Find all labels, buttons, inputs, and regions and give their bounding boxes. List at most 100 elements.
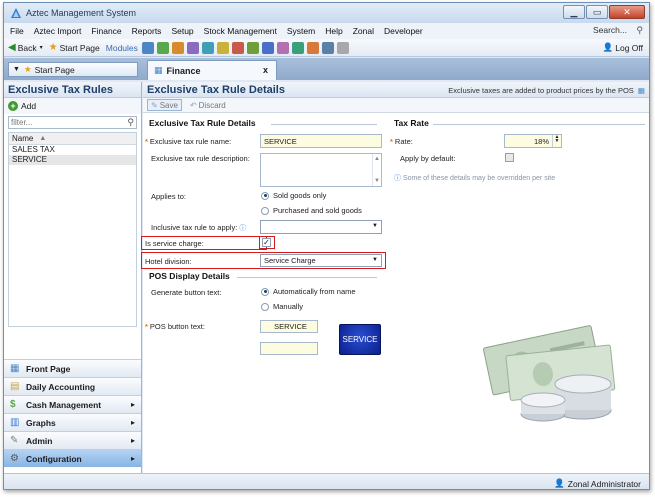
nav-admin[interactable]: ✎ Admin ▸ bbox=[4, 431, 141, 449]
menu-bar: File Aztec Import Finance Reports Setup … bbox=[4, 23, 649, 39]
back-label: Back bbox=[17, 42, 37, 53]
menu-developer[interactable]: Developer bbox=[384, 26, 423, 36]
button-text-label: * POS button text: bbox=[145, 322, 205, 331]
save-button[interactable]: ✎ Save bbox=[147, 99, 182, 111]
nav-cash-management[interactable]: $ Cash Management ▸ bbox=[4, 395, 141, 413]
nav-configuration[interactable]: ⚙ Configuration ▸ bbox=[4, 449, 141, 467]
scroll-up-icon[interactable]: ▲ bbox=[374, 156, 380, 162]
service-charge-checkbox[interactable]: ✓ bbox=[262, 238, 271, 247]
description-label: Exclusive tax rule description: bbox=[151, 154, 250, 163]
content-info-label: Exclusive taxes are added to product pri… bbox=[448, 86, 634, 95]
hotel-division-select[interactable]: Service Charge ▼ bbox=[260, 254, 382, 267]
back-button[interactable]: ◀ Back ▾ bbox=[8, 42, 43, 53]
module-icon-14[interactable] bbox=[336, 41, 349, 54]
chevron-right-icon: ▸ bbox=[130, 400, 135, 409]
name-label-text: Exclusive tax rule name: bbox=[149, 137, 232, 146]
tax-rule-list: Name ▲ SALES TAX SERVICE bbox=[8, 132, 137, 327]
column-name-label: Name bbox=[12, 134, 34, 143]
menu-setup[interactable]: Setup bbox=[171, 26, 193, 36]
opt-auto-label: Automatically from name bbox=[273, 287, 356, 296]
nav-daily-accounting-label: Daily Accounting bbox=[26, 381, 96, 392]
module-icon-10[interactable] bbox=[276, 41, 289, 54]
maximize-button[interactable]: ▭ bbox=[586, 5, 608, 19]
content-panel: Exclusive Tax Rule Details Exclusive tax… bbox=[141, 82, 649, 474]
filter-placeholder: filter... bbox=[11, 118, 33, 127]
generate-manual-radio[interactable]: Manually bbox=[261, 302, 303, 311]
list-column-header[interactable]: Name ▲ bbox=[9, 133, 136, 145]
modules-link[interactable]: Modules bbox=[106, 43, 138, 53]
module-icon-11[interactable] bbox=[291, 41, 304, 54]
module-icon-9[interactable] bbox=[261, 41, 274, 54]
front-page-icon: ▦ bbox=[10, 363, 20, 374]
module-icon-12[interactable] bbox=[306, 41, 319, 54]
filter-input[interactable]: filter... ⚲ bbox=[8, 116, 137, 129]
name-label: * Exclusive tax rule name: bbox=[145, 137, 232, 146]
menu-help[interactable]: Help bbox=[325, 26, 342, 36]
module-icon-5[interactable] bbox=[201, 41, 214, 54]
description-scrollbar[interactable]: ▲ ▼ bbox=[372, 154, 381, 186]
menu-aztec-import[interactable]: Aztec Import bbox=[34, 26, 82, 36]
close-window-button[interactable]: ✕ bbox=[609, 5, 645, 19]
radio-selected-icon bbox=[261, 191, 269, 200]
menu-finance[interactable]: Finance bbox=[91, 26, 121, 36]
graph-icon: ▥ bbox=[10, 417, 20, 428]
inclusive-rule-select[interactable]: ▼ bbox=[260, 220, 382, 234]
nav-graphs[interactable]: ▥ Graphs ▸ bbox=[4, 413, 141, 431]
discard-button[interactable]: ↶ Discard bbox=[190, 101, 226, 110]
nav-front-page-label: Front Page bbox=[26, 363, 71, 374]
menu-stock-management[interactable]: Stock Management bbox=[204, 26, 277, 36]
menu-file[interactable]: File bbox=[10, 26, 24, 36]
rate-input[interactable]: 18% ▲ ▼ bbox=[504, 134, 562, 148]
tab-dropdown-icon[interactable]: ▼ bbox=[13, 66, 20, 73]
window-title: Aztec Management System bbox=[26, 8, 137, 18]
module-icon-3[interactable] bbox=[171, 41, 184, 54]
menu-reports[interactable]: Reports bbox=[132, 26, 162, 36]
radio-selected-icon bbox=[261, 287, 269, 296]
apply-default-checkbox[interactable] bbox=[505, 153, 514, 162]
tab-start-page-label: Start Page bbox=[34, 64, 75, 75]
add-button[interactable]: + Add bbox=[4, 98, 141, 114]
module-icon-8[interactable] bbox=[246, 41, 259, 54]
applies-label: Applies to: bbox=[151, 192, 187, 201]
description-input[interactable]: ▲ ▼ bbox=[260, 153, 382, 187]
opt-manual-label: Manually bbox=[273, 302, 304, 311]
module-icon-2[interactable] bbox=[156, 41, 169, 54]
nav-admin-label: Admin bbox=[26, 435, 53, 446]
search-icon[interactable]: ⚲ bbox=[636, 25, 643, 36]
nav-daily-accounting[interactable]: ▤ Daily Accounting bbox=[4, 377, 141, 395]
info-icon: ⓘ bbox=[394, 175, 401, 182]
module-icon-1[interactable] bbox=[141, 41, 154, 54]
menu-system[interactable]: System bbox=[287, 26, 315, 36]
close-tab-icon[interactable]: x bbox=[263, 65, 268, 75]
applies-sold-only-radio[interactable]: Sold goods only bbox=[261, 191, 326, 200]
module-icon-4[interactable] bbox=[186, 41, 199, 54]
spinner-down-icon[interactable]: ▼ bbox=[553, 139, 561, 144]
chevron-right-icon: ▸ bbox=[130, 418, 135, 427]
nav-front-page[interactable]: ▦ Front Page bbox=[4, 359, 141, 377]
module-icon-6[interactable] bbox=[216, 41, 229, 54]
tab-strip: ▼ ★ Start Page ▦ Finance x bbox=[4, 58, 649, 80]
menu-search-box[interactable]: Search... bbox=[593, 25, 627, 35]
tab-finance[interactable]: ▦ Finance x bbox=[147, 60, 277, 80]
list-item-selected[interactable]: SERVICE bbox=[9, 155, 136, 165]
name-input[interactable]: SERVICE bbox=[260, 134, 382, 148]
log-off-button[interactable]: 👤 Log Off bbox=[603, 42, 643, 53]
chevron-down-icon: ▼ bbox=[372, 257, 378, 263]
start-page-button[interactable]: ★ Start Page bbox=[49, 42, 100, 53]
inclusive-label-text: Inclusive tax rule to apply: bbox=[151, 223, 238, 232]
generate-auto-radio[interactable]: Automatically from name bbox=[261, 287, 356, 296]
button-text-line2-input[interactable] bbox=[260, 342, 318, 355]
tab-start-page[interactable]: ▼ ★ Start Page bbox=[8, 62, 138, 77]
button-text-line1-input[interactable]: SERVICE bbox=[260, 320, 318, 333]
applies-purchased-sold-radio[interactable]: Purchased and sold goods bbox=[261, 206, 362, 215]
module-icon-7[interactable] bbox=[231, 41, 244, 54]
search-icon[interactable]: ⚲ bbox=[127, 117, 134, 128]
module-icon-13[interactable] bbox=[321, 41, 334, 54]
menu-zonal[interactable]: Zonal bbox=[353, 26, 374, 36]
rate-spinner[interactable]: ▲ ▼ bbox=[552, 135, 561, 147]
scroll-down-icon[interactable]: ▼ bbox=[374, 178, 380, 184]
cash-icon: $ bbox=[10, 399, 16, 410]
minimize-button[interactable]: ▁ bbox=[563, 5, 585, 19]
window-controls: ▁ ▭ ✕ bbox=[562, 5, 645, 19]
list-item[interactable]: SALES TAX bbox=[9, 145, 136, 155]
